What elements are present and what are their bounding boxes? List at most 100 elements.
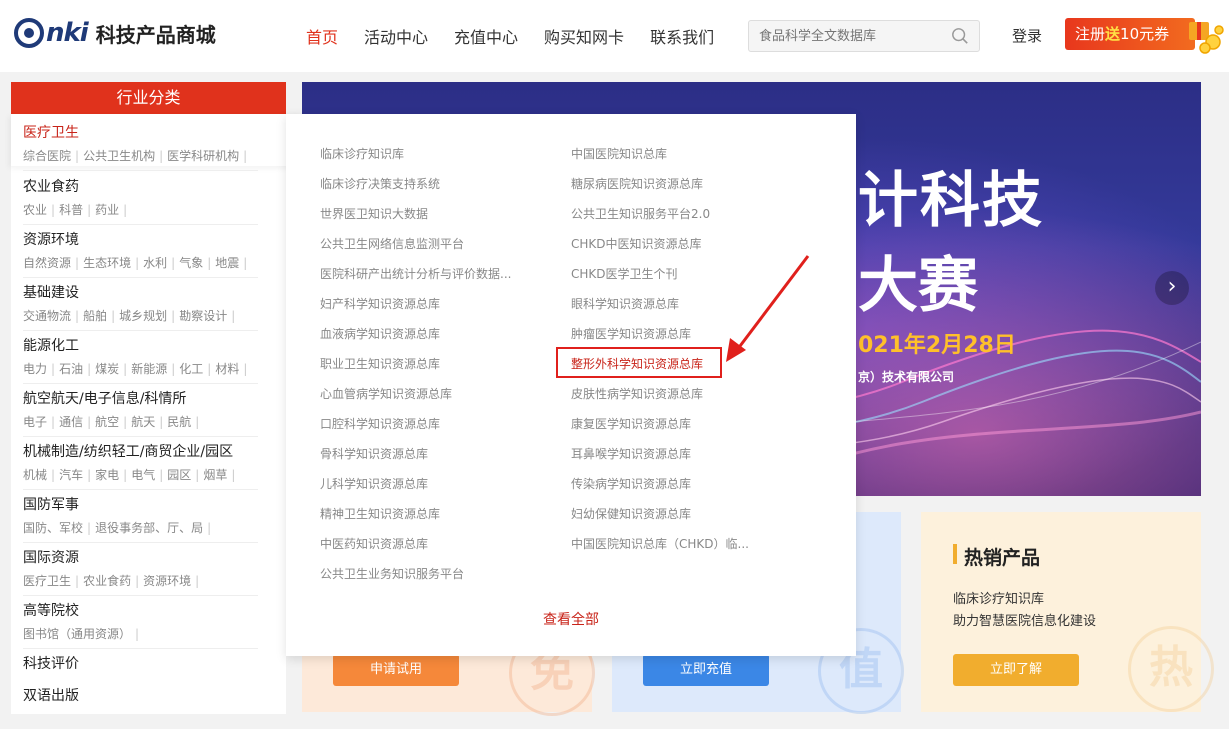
sidebar-subcategory-link[interactable]: 新能源 xyxy=(131,362,167,376)
resource-link[interactable]: 妇幼保健知识资源总库 xyxy=(571,505,691,522)
resource-link[interactable]: 精神卫生知识资源总库 xyxy=(320,505,440,522)
sidebar-subcategory-link[interactable]: 农业 xyxy=(23,203,47,217)
sidebar-subcategory-link[interactable]: 地震 xyxy=(215,256,239,270)
sidebar-category-title[interactable]: 航空航天/电子信息/科情所 xyxy=(23,388,258,408)
sidebar-subcategory-link[interactable]: 医疗卫生 xyxy=(23,574,71,588)
sidebar-category[interactable]: 机械制造/纺织轻工/商贸企业/园区 机械 | 汽车 | 家电 | 电气 | 园区 | 烟草 | xyxy=(23,441,258,490)
sidebar-category[interactable]: 高等院校 图书馆（通用资源） | xyxy=(23,600,258,649)
resource-link[interactable]: 职业卫生知识资源总库 xyxy=(320,355,440,372)
sidebar-subcategory-link[interactable]: 汽车 xyxy=(59,468,83,482)
sidebar-category-title[interactable]: 高等院校 xyxy=(23,600,258,620)
sidebar-subcategory-link[interactable]: 电子 xyxy=(23,415,47,429)
nav-activity[interactable]: 活动中心 xyxy=(364,24,428,48)
sidebar-subcategory-link[interactable]: 自然资源 xyxy=(23,256,71,270)
apply-trial-button[interactable]: 申请试用 xyxy=(333,654,459,686)
resource-link[interactable]: 世界医卫知识大数据 xyxy=(320,205,428,222)
sidebar-subcategory-link[interactable]: 民航 xyxy=(167,415,191,429)
sidebar-subcategory-link[interactable]: 通信 xyxy=(59,415,83,429)
resource-link[interactable]: 儿科学知识资源总库 xyxy=(320,475,428,492)
resource-link[interactable]: 医院科研产出统计分析与评价数据... xyxy=(320,265,511,282)
resource-link[interactable]: 耳鼻喉学知识资源总库 xyxy=(571,445,691,462)
sidebar-category-title[interactable]: 机械制造/纺织轻工/商贸企业/园区 xyxy=(23,441,258,461)
sidebar-category-title[interactable]: 双语出版 xyxy=(23,685,258,705)
sidebar-subcategory-link[interactable]: 生态环境 xyxy=(83,256,131,270)
resource-link[interactable]: 公共卫生知识服务平台2.0 xyxy=(571,205,710,222)
nav-buy-card[interactable]: 购买知网卡 xyxy=(544,24,624,48)
sidebar-subcategory-link[interactable]: 图书馆（通用资源） xyxy=(23,627,131,641)
register-button[interactable]: 注册送10元券 xyxy=(1065,18,1195,50)
resource-link[interactable]: 中国医院知识总库 xyxy=(571,145,667,162)
sidebar-subcategory-link[interactable]: 化工 xyxy=(179,362,203,376)
sidebar-subcategory-link[interactable]: 勘察设计 xyxy=(179,309,227,323)
sidebar-subcategory-link[interactable]: 家电 xyxy=(95,468,119,482)
sidebar-category[interactable]: 国际资源 医疗卫生 | 农业食药 | 资源环境 | xyxy=(23,547,258,596)
sidebar-category-title[interactable]: 基础建设 xyxy=(23,282,258,302)
sidebar-subcategory-link[interactable]: 国防、军校 xyxy=(23,521,83,535)
resource-link[interactable]: 眼科学知识资源总库 xyxy=(571,295,679,312)
sidebar-subcategory-link[interactable]: 农业食药 xyxy=(83,574,131,588)
search-icon[interactable] xyxy=(951,27,969,45)
sidebar-subcategory-link[interactable]: 电力 xyxy=(23,362,47,376)
sidebar-subcategory-link[interactable]: 水利 xyxy=(143,256,167,270)
sidebar-category[interactable]: 资源环境 自然资源 | 生态环境 | 水利 | 气象 | 地震 | xyxy=(23,229,258,278)
resource-link[interactable]: CHKD医学卫生个刊 xyxy=(571,265,678,282)
sidebar-category-title[interactable]: 国际资源 xyxy=(23,547,258,567)
resource-link[interactable]: 康复医学知识资源总库 xyxy=(571,415,691,432)
resource-link[interactable]: 心血管病学知识资源总库 xyxy=(320,385,452,402)
learn-more-button[interactable]: 立即了解 xyxy=(953,654,1079,686)
sidebar-subcategory-link[interactable]: 材料 xyxy=(215,362,239,376)
sidebar-category[interactable]: 国防军事 国防、军校 | 退役事务部、厅、局 | xyxy=(23,494,258,543)
sidebar-subcategory-link[interactable]: 综合医院 xyxy=(23,149,71,163)
sidebar-subcategory-link[interactable]: 药业 xyxy=(95,203,119,217)
nav-recharge[interactable]: 充值中心 xyxy=(454,24,518,48)
resource-link[interactable]: 临床诊疗知识库 xyxy=(320,145,404,162)
resource-link[interactable]: 中国医院知识总库（CHKD）临... xyxy=(571,535,749,552)
sidebar-category-title[interactable]: 资源环境 xyxy=(23,229,258,249)
resource-link[interactable]: 血液病学知识资源总库 xyxy=(320,325,440,342)
sidebar-subcategory-link[interactable]: 交通物流 xyxy=(23,309,71,323)
sidebar-subcategory-link[interactable]: 医学科研机构 xyxy=(167,149,239,163)
resource-link[interactable]: 传染病学知识资源总库 xyxy=(571,475,691,492)
recharge-now-button[interactable]: 立即充值 xyxy=(643,654,769,686)
sidebar-category-title[interactable]: 能源化工 xyxy=(23,335,258,355)
sidebar-category-title[interactable]: 科技评价 xyxy=(23,653,258,673)
sidebar-subcategory-link[interactable]: 烟草 xyxy=(203,468,227,482)
sidebar-subcategory-link[interactable]: 机械 xyxy=(23,468,47,482)
sidebar-subcategory-link[interactable]: 船舶 xyxy=(83,309,107,323)
sidebar-category[interactable]: 医疗卫生 综合医院 | 公共卫生机构 | 医学科研机构 | xyxy=(23,122,258,171)
nav-home[interactable]: 首页 xyxy=(306,24,338,48)
sidebar-subcategory-link[interactable]: 航空 xyxy=(95,415,119,429)
sidebar-category[interactable]: 基础建设 交通物流 | 船舶 | 城乡规划 | 勘察设计 | xyxy=(23,282,258,331)
resource-link[interactable]: 临床诊疗决策支持系统 xyxy=(320,175,440,192)
sidebar-category-title[interactable]: 医疗卫生 xyxy=(23,122,258,142)
sidebar-subcategory-link[interactable]: 电气 xyxy=(131,468,155,482)
resource-link[interactable]: 肿瘤医学知识资源总库 xyxy=(571,325,691,342)
resource-link[interactable]: 糖尿病医院知识资源总库 xyxy=(571,175,703,192)
see-all-link[interactable]: 查看全部 xyxy=(543,609,599,629)
sidebar-category-title[interactable]: 国防军事 xyxy=(23,494,258,514)
resource-link[interactable]: 公共卫生业务知识服务平台 xyxy=(320,565,464,582)
resource-link[interactable]: 骨科学知识资源总库 xyxy=(320,445,428,462)
sidebar-category[interactable]: 双语出版 xyxy=(23,685,258,715)
search-input[interactable] xyxy=(749,21,939,51)
sidebar-category[interactable]: 农业食药 农业 | 科普 | 药业 | xyxy=(23,176,258,225)
sidebar-subcategory-link[interactable]: 城乡规划 xyxy=(119,309,167,323)
sidebar-subcategory-link[interactable]: 园区 xyxy=(167,468,191,482)
sidebar-subcategory-link[interactable]: 公共卫生机构 xyxy=(83,149,155,163)
sidebar-subcategory-link[interactable]: 退役事务部、厅、局 xyxy=(95,521,203,535)
sidebar-subcategory-link[interactable]: 资源环境 xyxy=(143,574,191,588)
sidebar-category[interactable]: 科技评价 xyxy=(23,653,258,683)
resource-link[interactable]: CHKD中医知识资源总库 xyxy=(571,235,702,252)
sidebar-subcategory-link[interactable]: 石油 xyxy=(59,362,83,376)
sidebar-category[interactable]: 航空航天/电子信息/科情所 电子 | 通信 | 航空 | 航天 | 民航 | xyxy=(23,388,258,437)
login-link[interactable]: 登录 xyxy=(1012,25,1042,46)
sidebar-subcategory-link[interactable]: 煤炭 xyxy=(95,362,119,376)
resource-link[interactable]: 妇产科学知识资源总库 xyxy=(320,295,440,312)
sidebar-category[interactable]: 能源化工 电力 | 石油 | 煤炭 | 新能源 | 化工 | 材料 | xyxy=(23,335,258,384)
nav-contact[interactable]: 联系我们 xyxy=(650,24,714,48)
sidebar-subcategory-link[interactable]: 科普 xyxy=(59,203,83,217)
resource-link[interactable]: 口腔科学知识资源总库 xyxy=(320,415,440,432)
resource-link[interactable]: 中医药知识资源总库 xyxy=(320,535,428,552)
sidebar-subcategory-link[interactable]: 航天 xyxy=(131,415,155,429)
cnki-logo[interactable]: nki 科技产品商城 xyxy=(14,18,216,48)
